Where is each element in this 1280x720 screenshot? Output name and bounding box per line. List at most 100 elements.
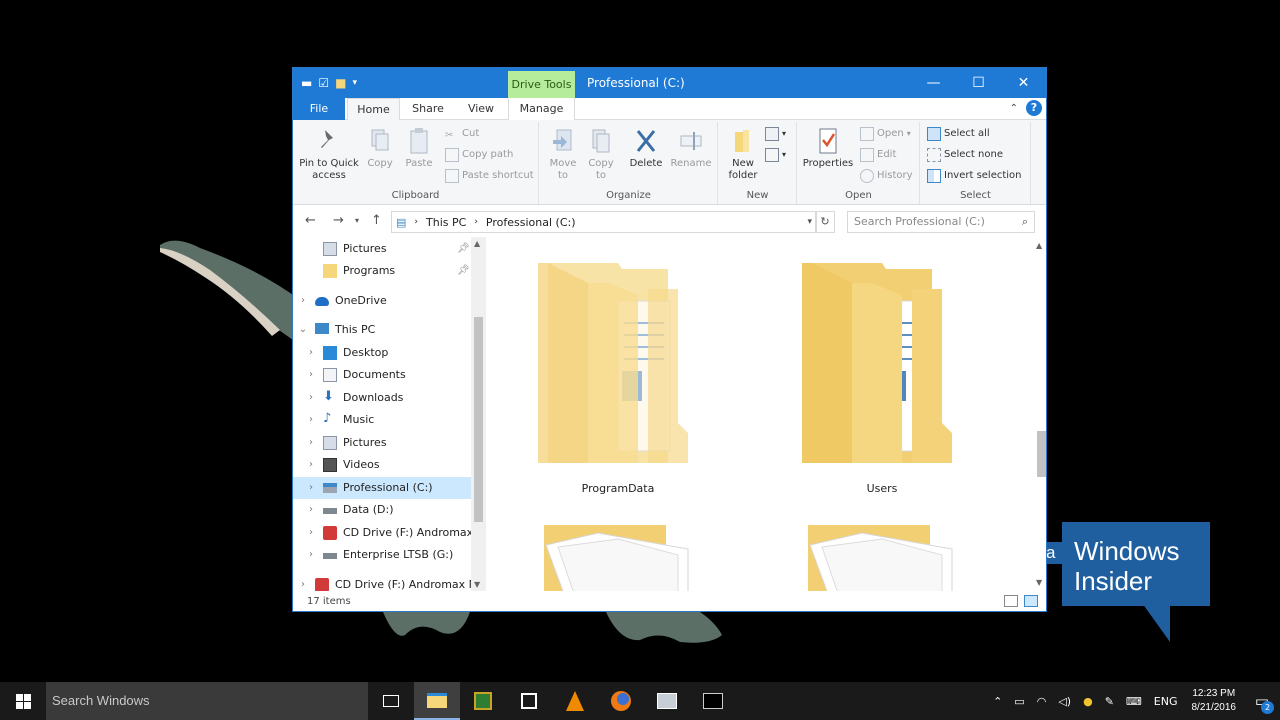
delete-button[interactable]: Delete (626, 126, 666, 170)
show-hidden-icons-icon[interactable]: ⌃ (993, 695, 1002, 708)
scrollbar-thumb[interactable] (474, 317, 483, 522)
scroll-down-icon[interactable]: ▼ (1036, 578, 1042, 587)
input-language[interactable]: ENG (1154, 695, 1178, 708)
nav-item-professional-c[interactable]: › Professional (C:) (293, 477, 471, 499)
new-folder-button[interactable]: New folder (723, 126, 763, 182)
invert-selection-button[interactable]: Invert selection (927, 167, 1022, 185)
breadcrumb-this-pc[interactable]: This PC (426, 216, 466, 229)
rename-button[interactable]: Rename (670, 126, 712, 170)
scrollbar-thumb[interactable] (1037, 431, 1046, 477)
taskbar-firefox[interactable] (598, 682, 644, 720)
explorer-icon[interactable]: ▬ (301, 74, 312, 92)
taskbar-command-prompt[interactable] (690, 682, 736, 720)
taskbar-file-explorer[interactable] (414, 682, 460, 720)
tab-share[interactable]: Share (403, 98, 453, 120)
scroll-down-icon[interactable]: ▼ (474, 580, 480, 589)
edit-button[interactable]: Edit (860, 146, 896, 164)
volume-icon[interactable]: ◁) (1058, 695, 1071, 708)
qat-dropdown-icon[interactable]: ▾ (352, 74, 357, 92)
pen-icon[interactable]: ✎ (1105, 695, 1114, 708)
open-button[interactable]: Open ▾ (860, 125, 911, 143)
expand-chevron-icon[interactable]: › (305, 342, 317, 364)
nav-item-quick-programs[interactable]: Programs 📌︎ (293, 260, 471, 282)
nav-item-music[interactable]: › ♪ Music (293, 409, 471, 431)
breadcrumb-sep-icon[interactable]: › (474, 217, 478, 227)
select-none-button[interactable]: Select none (927, 146, 1003, 164)
history-button[interactable]: History (860, 167, 913, 185)
nav-item-onedrive[interactable]: › OneDrive (293, 290, 471, 312)
title-bar[interactable]: ▬ ☑ ■ ▾ Drive Tools Professional (C:) — … (293, 68, 1046, 98)
drive-tools-context-tab[interactable]: Drive Tools (508, 71, 575, 98)
taskbar-app-green[interactable] (460, 682, 506, 720)
breadcrumb-drive[interactable]: Professional (C:) (486, 216, 576, 229)
expand-chevron-icon[interactable]: › (297, 290, 309, 312)
minimize-ribbon-icon[interactable]: ⌃ (1010, 103, 1018, 114)
tab-view[interactable]: View (456, 98, 506, 120)
taskbar-network-app[interactable] (644, 682, 690, 720)
folder-item[interactable]: ProgramData (538, 263, 698, 495)
tab-manage[interactable]: Manage (508, 98, 575, 120)
help-icon[interactable]: ? (1026, 100, 1042, 116)
tab-home[interactable]: Home (347, 98, 400, 121)
expand-chevron-icon[interactable]: › (305, 409, 317, 431)
collapse-chevron-icon[interactable]: ⌄ (297, 319, 309, 341)
move-to-button[interactable]: Move to (546, 126, 580, 182)
taskbar-vlc[interactable] (552, 682, 598, 720)
nav-item-quick-pictures[interactable]: Pictures 📌︎ (293, 238, 471, 260)
start-button[interactable] (0, 682, 46, 720)
nav-item-downloads[interactable]: › ⬇ Downloads (293, 387, 471, 409)
emoji-app-icon[interactable]: ● (1083, 695, 1093, 708)
expand-chevron-icon[interactable]: › (305, 544, 317, 566)
nav-item-desktop[interactable]: › Desktop (293, 342, 471, 364)
breadcrumb-sep-icon[interactable]: › (414, 217, 418, 227)
battery-icon[interactable]: ▭ (1014, 695, 1024, 708)
back-arrow-icon[interactable]: ← (305, 213, 316, 228)
tab-file[interactable]: File (293, 98, 345, 120)
task-view-button[interactable] (368, 682, 414, 720)
taskbar-store[interactable] (506, 682, 552, 720)
address-dropdown-icon[interactable]: ▾ (807, 217, 812, 227)
folder-item[interactable] (802, 525, 962, 591)
up-arrow-icon[interactable]: ↑ (371, 213, 382, 228)
new-item-button[interactable]: ▾ (765, 125, 786, 143)
pin-quick-access-button[interactable]: Pin to Quick access (299, 126, 359, 182)
close-button[interactable]: ✕ (1001, 68, 1046, 98)
scroll-up-icon[interactable]: ▲ (474, 239, 480, 248)
copy-to-button[interactable]: Copy to (584, 126, 618, 182)
copy-button[interactable]: Copy (363, 126, 397, 170)
paste-shortcut-button[interactable]: Paste shortcut (445, 167, 534, 185)
expand-chevron-icon[interactable]: › (305, 364, 317, 386)
scroll-up-icon[interactable]: ▲ (1036, 241, 1042, 250)
cut-button[interactable]: ✂ Cut (445, 125, 479, 143)
minimize-button[interactable]: — (911, 68, 956, 98)
expand-chevron-icon[interactable]: › (305, 387, 317, 409)
new-folder-qat-icon[interactable]: ■ (335, 74, 346, 92)
expand-chevron-icon[interactable]: › (305, 522, 317, 544)
content-scrollbar[interactable]: ▲ ▼ (1033, 237, 1046, 591)
nav-item-data-d[interactable]: › Data (D:) (293, 499, 471, 521)
nav-item-cd-drive-f[interactable]: › CD Drive (F:) Andromax M (293, 522, 471, 544)
nav-item-this-pc[interactable]: ⌄ This PC (293, 319, 471, 341)
nav-item-documents[interactable]: › Documents (293, 364, 471, 386)
folder-item[interactable]: Users (802, 263, 962, 495)
copy-path-button[interactable]: Copy path (445, 146, 513, 164)
nav-item-pictures[interactable]: › Pictures (293, 432, 471, 454)
easy-access-button[interactable]: ▾ (765, 146, 786, 164)
wifi-icon[interactable]: ◠ (1037, 695, 1047, 708)
taskbar-search-box[interactable]: Search Windows (46, 682, 368, 720)
forward-arrow-icon[interactable]: → (333, 213, 344, 228)
action-center-button[interactable]: ▭ 2 (1244, 682, 1280, 720)
recent-locations-icon[interactable]: ▾ (355, 216, 359, 225)
expand-chevron-icon[interactable]: › (305, 432, 317, 454)
maximize-button[interactable]: ☐ (956, 68, 1001, 98)
paste-button[interactable]: Paste (401, 126, 437, 170)
expand-chevron-icon[interactable]: › (297, 574, 309, 591)
folder-item[interactable] (538, 525, 698, 591)
properties-button[interactable]: Properties (800, 126, 856, 170)
nav-item-enterprise-g[interactable]: › Enterprise LTSB (G:) (293, 544, 471, 566)
refresh-button[interactable]: ↻ (815, 211, 835, 233)
nav-item-cd-drive-f-root[interactable]: › CD Drive (F:) Andromax M2 (293, 574, 471, 591)
keyboard-icon[interactable]: ⌨ (1126, 695, 1142, 708)
expand-chevron-icon[interactable]: › (305, 499, 317, 521)
search-input[interactable]: Search Professional (C:) ⌕ (847, 211, 1035, 233)
